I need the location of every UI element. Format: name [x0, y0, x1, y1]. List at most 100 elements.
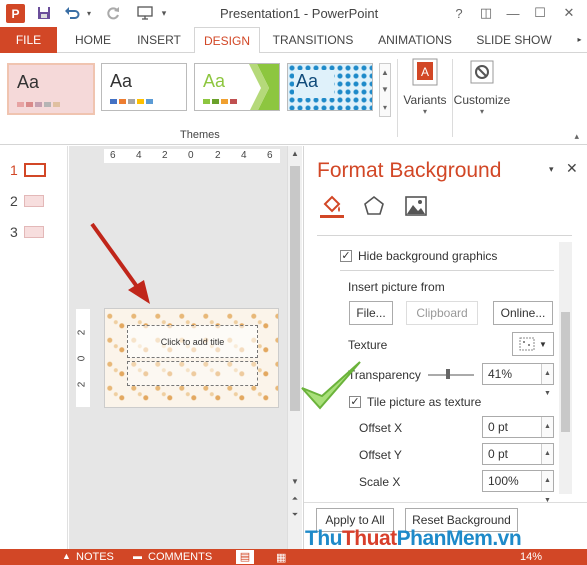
slide-thumb-3[interactable]: 3 — [10, 224, 44, 240]
hide-background-graphics-label: Hide background graphics — [358, 249, 498, 263]
collapse-ribbon-icon[interactable]: ▴ — [574, 131, 579, 142]
tile-picture-checkbox[interactable]: ✓ Tile picture as texture — [349, 395, 481, 409]
tab-file[interactable]: FILE — [0, 27, 57, 53]
transparency-value: 41% — [488, 367, 513, 381]
section-divider — [340, 270, 554, 271]
pane-close-icon[interactable]: ✕ — [566, 160, 578, 177]
scale-x-field[interactable]: 100% ▲ ▼ — [482, 470, 554, 504]
slide-sorter-icon[interactable]: ▦ — [276, 551, 286, 564]
offset-x-field[interactable]: 0 pt ▲▼ — [482, 416, 554, 450]
chevron-down-icon: ▼ — [539, 339, 547, 349]
scroll-down-icon[interactable]: ▼ — [288, 474, 302, 488]
effects-icon[interactable] — [362, 194, 386, 218]
spin-up-icon[interactable]: ▲ — [544, 471, 551, 491]
slide-thumb-2[interactable]: 2 — [10, 193, 44, 209]
theme-thumb-3[interactable]: Aa — [194, 63, 280, 111]
pane-title: Format Background — [317, 159, 502, 182]
spinner[interactable]: ▲▼ — [541, 364, 553, 397]
customize-qat-icon[interactable]: ▾ — [158, 4, 170, 22]
spinner[interactable]: ▲▼ — [541, 417, 553, 450]
variants-button[interactable]: A Variants ▾ — [402, 57, 448, 116]
transparency-slider-knob[interactable] — [446, 369, 450, 379]
tab-home[interactable]: HOME — [63, 27, 123, 53]
spinner[interactable]: ▲▼ — [541, 444, 553, 477]
theme-label: Aa — [203, 71, 226, 91]
tab-design[interactable]: DESIGN — [194, 27, 260, 54]
tab-transitions[interactable]: TRANSITIONS — [266, 27, 360, 53]
spin-up-icon[interactable]: ▲ — [544, 364, 551, 384]
texture-label: Texture — [348, 338, 388, 352]
pane-tabs — [320, 194, 428, 218]
themes-gallery-scroll[interactable]: ▲ ▼ ▾ — [379, 63, 391, 117]
ribbon-display-options-icon[interactable]: ◫ — [475, 4, 497, 22]
checkbox-box[interactable]: ✓ — [340, 250, 352, 262]
picture-icon[interactable] — [404, 194, 428, 218]
close-icon[interactable]: ✕ — [558, 4, 580, 22]
spin-up-icon[interactable]: ▲ — [544, 444, 551, 464]
redo-icon[interactable] — [103, 4, 123, 22]
slide-number: 2 — [10, 193, 18, 209]
theme-thumb-1[interactable]: Aa — [7, 63, 95, 115]
file-button[interactable]: File... — [349, 301, 393, 325]
zoom-level[interactable]: 14% — [520, 551, 542, 563]
notes-button[interactable]: NOTES — [76, 551, 114, 563]
variants-label: Variants — [403, 93, 447, 107]
slide-thumb-1[interactable]: 1 — [10, 162, 46, 178]
ruler-tick: 2 — [76, 329, 88, 336]
slide-mini-preview — [23, 163, 46, 177]
offset-y-value: 0 pt — [488, 447, 509, 461]
gallery-more-icon[interactable]: ▾ — [383, 103, 387, 112]
normal-view-icon[interactable]: ▤ — [236, 550, 254, 564]
watermark-part: .vn — [492, 527, 522, 550]
canvas-vertical-scrollbar[interactable]: ▲ ▼ ⏶ ⏷ — [287, 146, 302, 549]
next-slide-icon[interactable]: ⏷ — [288, 508, 302, 522]
pane-scrollbar[interactable] — [559, 242, 572, 494]
tabs-scroll-icon[interactable]: ▸ — [572, 27, 587, 53]
ruler-tick: 6 — [267, 150, 273, 161]
clipboard-button[interactable]: Clipboard — [406, 301, 478, 325]
slide-1[interactable]: Click to add title — [104, 308, 279, 408]
scroll-up-icon[interactable]: ▲ — [381, 68, 389, 77]
transparency-slider[interactable] — [428, 374, 474, 376]
scroll-up-icon[interactable]: ▲ — [288, 146, 302, 160]
ruler-tick: 2 — [76, 381, 88, 388]
comments-button[interactable]: COMMENTS — [148, 551, 212, 563]
ruler-tick: 2 — [215, 150, 221, 161]
pane-scroll-thumb[interactable] — [561, 312, 570, 432]
transparency-field[interactable]: 41% ▲ ▼ — [482, 363, 554, 397]
pane-options-icon[interactable]: ▾ — [549, 164, 554, 175]
tab-slide-show[interactable]: SLIDE SHOW — [471, 27, 557, 53]
tab-animations[interactable]: ANIMATIONS — [369, 27, 461, 53]
ruler-tick: 4 — [136, 150, 142, 161]
fill-icon[interactable] — [320, 194, 344, 218]
customize-button[interactable]: Customize ▾ — [453, 57, 511, 116]
offset-y-field[interactable]: 0 pt ▲▼ — [482, 443, 554, 477]
subtitle-placeholder[interactable] — [127, 361, 258, 386]
customize-dropdown-icon: ▾ — [479, 107, 484, 116]
help-icon[interactable]: ? — [448, 4, 470, 22]
title-placeholder[interactable]: Click to add title — [127, 325, 258, 358]
start-from-beginning-icon[interactable] — [134, 4, 156, 22]
texture-preview-icon — [519, 337, 535, 351]
tab-insert[interactable]: INSERT — [128, 27, 190, 53]
scroll-down-icon[interactable]: ▼ — [381, 85, 389, 94]
theme-thumb-2[interactable]: Aa — [101, 63, 187, 111]
spin-up-icon[interactable]: ▲ — [544, 417, 551, 437]
offset-y-label: Offset Y — [359, 448, 402, 462]
online-button[interactable]: Online... — [493, 301, 553, 325]
minimize-icon[interactable]: — — [502, 4, 524, 22]
undo-dropdown-icon[interactable]: ▾ — [84, 4, 94, 22]
watermark: ThuThuatPhanMem.vn — [305, 527, 522, 551]
slide-mini-preview — [23, 226, 44, 238]
spinner[interactable]: ▲▼ — [541, 471, 553, 504]
spin-down-icon[interactable]: ▼ — [544, 384, 551, 404]
texture-dropdown[interactable]: ▼ — [512, 332, 554, 356]
undo-icon[interactable] — [62, 4, 82, 22]
save-icon[interactable] — [34, 4, 54, 22]
vertical-ruler: 2 0 2 — [76, 309, 90, 407]
theme-thumb-4[interactable]: Aa — [287, 63, 373, 111]
previous-slide-icon[interactable]: ⏶ — [288, 492, 302, 506]
hide-background-graphics-checkbox[interactable]: ✓ Hide background graphics — [340, 249, 497, 263]
maximize-icon[interactable]: ☐ — [529, 4, 551, 22]
theme-color-bars — [203, 99, 237, 104]
